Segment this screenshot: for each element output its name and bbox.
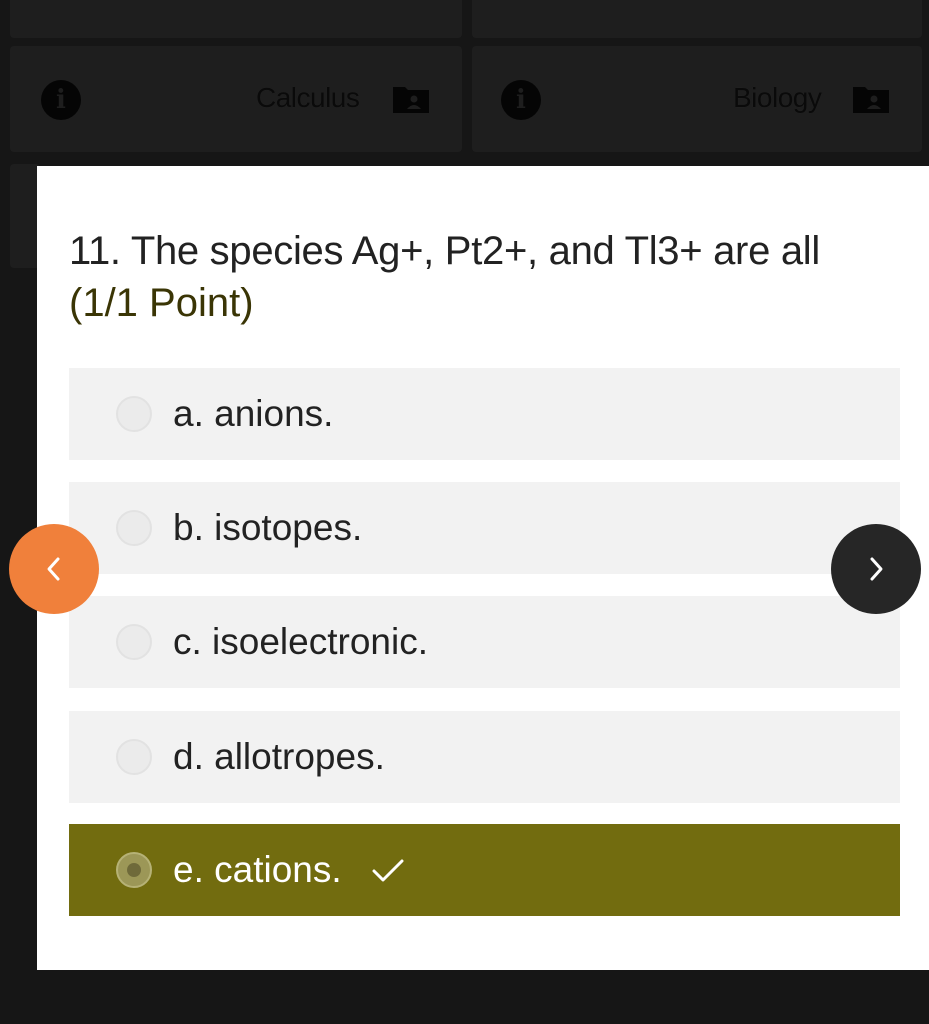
question-card: 11. The species Ag+, Pt2+, and Tl3+ are … bbox=[37, 166, 929, 970]
radio-button[interactable] bbox=[116, 396, 152, 432]
option-label: a. anions. bbox=[173, 393, 334, 434]
chevron-left-icon bbox=[47, 557, 60, 581]
option-label: d. allotropes. bbox=[173, 736, 385, 777]
quiz-page: i Calculus i Biology 11. The species Ag+… bbox=[0, 0, 929, 1024]
option-label: b. isotopes. bbox=[173, 507, 363, 548]
option-a[interactable]: a. anions. bbox=[69, 368, 900, 460]
background-tile bbox=[10, 0, 462, 38]
background-tile bbox=[10, 164, 40, 268]
info-icon[interactable]: i bbox=[501, 80, 541, 120]
folder-icon bbox=[853, 87, 889, 113]
radio-button[interactable] bbox=[116, 510, 152, 546]
folder-icon bbox=[393, 87, 429, 113]
option-label: c. isoelectronic. bbox=[173, 621, 428, 662]
option-label: e. cations. bbox=[173, 849, 342, 890]
checkmark-icon bbox=[372, 859, 404, 882]
background-tile bbox=[472, 0, 922, 38]
radio-button[interactable] bbox=[116, 624, 152, 660]
radio-button[interactable] bbox=[116, 739, 152, 775]
next-question-button[interactable] bbox=[831, 524, 921, 614]
subject-tile-calculus[interactable]: i Calculus bbox=[10, 46, 462, 152]
subject-tile-biology[interactable]: i Biology bbox=[472, 46, 922, 152]
question-text: 11. The species Ag+, Pt2+, and Tl3+ are … bbox=[69, 229, 820, 273]
info-icon[interactable]: i bbox=[41, 80, 81, 120]
subject-label: Calculus bbox=[256, 82, 360, 113]
question-points: (1/1 Point) bbox=[69, 281, 254, 325]
option-b[interactable]: b. isotopes. bbox=[69, 482, 900, 574]
chevron-right-icon bbox=[870, 557, 883, 581]
option-c[interactable]: c. isoelectronic. bbox=[69, 596, 900, 688]
previous-question-button[interactable] bbox=[9, 524, 99, 614]
option-d[interactable]: d. allotropes. bbox=[69, 711, 900, 803]
subject-label: Biology bbox=[733, 82, 822, 113]
option-e-selected[interactable]: e. cations. bbox=[69, 824, 900, 916]
radio-button-selected[interactable] bbox=[116, 852, 152, 888]
